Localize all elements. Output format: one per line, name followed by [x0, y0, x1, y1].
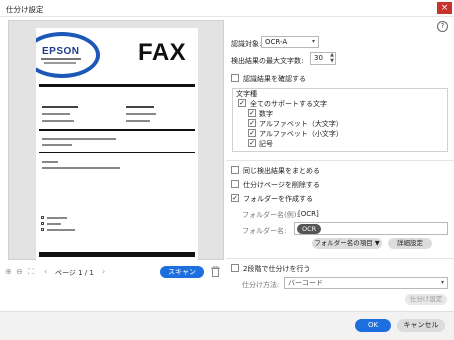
prev-page-icon[interactable]: ‹	[44, 267, 47, 277]
next-page-icon[interactable]: ›	[102, 267, 105, 277]
doc-text-line	[42, 144, 72, 146]
sort-settings-button[interactable]: 仕分け設定	[405, 294, 447, 305]
folder-items-button[interactable]: フォルダー名の項目 ▼	[312, 238, 382, 249]
detail-settings-button[interactable]: 詳細設定	[388, 238, 432, 249]
cancel-button[interactable]: キャンセル	[397, 319, 445, 332]
two-stage-checkbox[interactable]	[231, 264, 239, 272]
logo-tagline	[41, 58, 81, 60]
two-stage-label: 2段階で仕分けを行う	[243, 265, 311, 273]
char-type-label: アルファベット（小文字）	[259, 130, 343, 138]
folder-example-value: [OCR]	[298, 210, 319, 218]
char-type-group-label: 文字種	[236, 90, 257, 98]
doc-text-line	[126, 106, 154, 108]
doc-text-line	[42, 106, 78, 108]
folder-name-label: フォルダー名:	[242, 227, 287, 235]
doc-text-line	[47, 229, 75, 231]
recognition-target-label: 認識対象:	[231, 40, 262, 48]
divider	[226, 160, 454, 161]
char-type-checkbox[interactable]	[248, 129, 256, 137]
folder-name-token[interactable]: OCR	[297, 224, 322, 234]
preview-panel: EPSON FAX	[8, 20, 224, 260]
all-chars-label: 全てのサポートする文字	[250, 100, 327, 108]
scan-button[interactable]: スキャン	[160, 266, 204, 278]
recognition-target-value: OCR-A	[265, 38, 288, 46]
doc-checkbox	[41, 228, 44, 231]
combine-same-label: 同じ検出結果をまとめる	[243, 167, 320, 175]
delete-sort-page-label: 仕分けページを削除する	[243, 181, 320, 189]
help-icon[interactable]: ?	[437, 21, 448, 32]
window-title: 仕分け設定	[6, 5, 44, 14]
char-type-label: 数字	[259, 110, 273, 118]
doc-text-line	[42, 113, 70, 115]
max-chars-label: 検出結果の最大文字数:	[231, 57, 304, 65]
chevron-down-icon: ▾	[311, 38, 315, 45]
sort-method-value: バーコード	[288, 279, 323, 287]
doc-text-line	[42, 161, 58, 163]
zoom-in-icon[interactable]: ⊕	[5, 267, 12, 277]
doc-text-line	[42, 138, 116, 140]
delete-sort-page-checkbox[interactable]	[231, 180, 239, 188]
trash-icon[interactable]	[211, 266, 220, 277]
ok-button[interactable]: OK	[355, 319, 391, 332]
page-indicator: ページ 1 / 1	[55, 269, 94, 277]
create-folder-checkbox[interactable]	[231, 194, 239, 202]
max-chars-value: 30	[314, 54, 323, 62]
doc-text-line	[47, 217, 67, 219]
doc-text-line	[126, 120, 150, 122]
title-bar: 仕分け設定 ×	[0, 0, 454, 17]
char-type-checkbox[interactable]	[248, 139, 256, 147]
doc-rule	[39, 84, 195, 87]
char-type-checkbox[interactable]	[248, 119, 256, 127]
doc-text-line	[42, 167, 120, 169]
create-folder-label: フォルダーを作成する	[243, 195, 313, 203]
zoom-out-icon[interactable]: ⊖	[16, 267, 23, 277]
close-icon[interactable]: ×	[437, 2, 452, 14]
divider	[226, 258, 454, 259]
fit-page-icon[interactable]: ⛶	[28, 267, 34, 277]
doc-checkbox	[41, 216, 44, 219]
doc-title: FAX	[138, 39, 187, 66]
logo-tagline-2	[44, 62, 76, 64]
char-type-label: アルファベット（大文字）	[259, 120, 343, 128]
all-chars-checkbox[interactable]	[238, 99, 246, 107]
doc-bottom-rule	[39, 252, 195, 257]
confirm-results-label: 認識結果を確認する	[243, 75, 306, 83]
doc-rule	[39, 152, 195, 153]
folder-example-label: フォルダー名(例):	[242, 211, 299, 219]
sort-method-label: 仕分け方法:	[242, 281, 280, 289]
logo-text: EPSON	[42, 46, 80, 57]
max-chars-stepper[interactable]: 30 ▲ ▼	[310, 52, 336, 65]
doc-text-line	[42, 120, 74, 122]
recognition-target-select[interactable]: OCR-A ▾	[261, 36, 319, 48]
confirm-results-checkbox[interactable]	[231, 74, 239, 82]
doc-checkbox	[41, 222, 44, 225]
char-type-label: 記号	[259, 140, 273, 148]
sort-method-select[interactable]: バーコード ▾	[284, 277, 448, 289]
spin-down-icon[interactable]: ▼	[330, 59, 334, 64]
char-type-checkbox[interactable]	[248, 109, 256, 117]
doc-text-line	[126, 113, 156, 115]
doc-rule	[39, 129, 195, 131]
document-preview: EPSON FAX	[36, 28, 198, 260]
combine-same-checkbox[interactable]	[231, 166, 239, 174]
folder-name-input[interactable]: OCR	[294, 222, 448, 235]
chevron-down-icon: ▾	[440, 279, 444, 286]
doc-text-line	[47, 223, 61, 225]
